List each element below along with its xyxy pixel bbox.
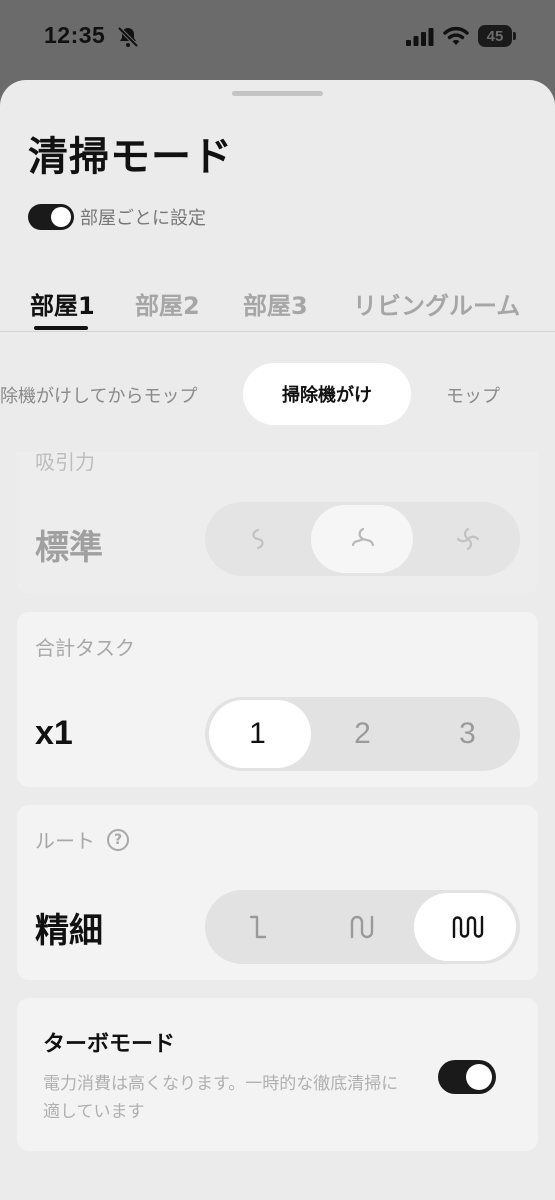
status-time: 12:35 (44, 22, 106, 48)
route-card: ルート ? 精細 (17, 805, 538, 980)
per-room-toggle[interactable] (28, 204, 74, 230)
suction-selector (205, 502, 520, 576)
tab-room-1[interactable]: 部屋1 (30, 286, 95, 321)
route-standard-icon (350, 915, 373, 939)
fan-high-icon (456, 527, 479, 551)
mode-mop[interactable]: モップ (446, 382, 500, 408)
battery-level: 45 (478, 25, 512, 47)
turbo-mode-card: ターボモード 電力消費は高くなります。一時的な徹底清掃に適しています (17, 998, 538, 1151)
cellular-signal-icon (406, 28, 434, 46)
route-value: 精細 (35, 911, 103, 951)
route-fine-option[interactable] (415, 890, 520, 964)
wifi-icon (443, 26, 469, 45)
toggle-knob (51, 207, 71, 227)
status-bar: 12:35 45 (0, 0, 555, 76)
cleaning-mode-sheet: 清掃モード 部屋ごとに設定 部屋1 部屋2 部屋3 リビングルーム 掃除機がけし… (0, 80, 555, 1200)
route-quick-option[interactable] (205, 890, 310, 964)
toggle-knob (466, 1064, 492, 1090)
per-room-setting-row: 部屋ごとに設定 (28, 204, 206, 230)
active-tab-indicator (34, 326, 88, 330)
tab-room-3[interactable]: 部屋3 (243, 286, 308, 321)
task-count-option-3[interactable]: 3 (415, 697, 520, 771)
bell-off-icon (117, 26, 139, 48)
turbo-mode-title: ターボモード (43, 1032, 176, 1057)
suction-card: 吸引力 標準 (17, 450, 538, 594)
route-quick-icon (249, 915, 266, 939)
total-tasks-label: 合計タスク (35, 636, 135, 660)
tab-room-2[interactable]: 部屋2 (135, 286, 200, 321)
total-tasks-value: x1 (35, 714, 73, 752)
suction-standard-option[interactable] (310, 502, 415, 576)
task-count-option-2[interactable]: 2 (310, 697, 415, 771)
route-standard-option[interactable] (310, 890, 415, 964)
route-label: ルート (35, 829, 95, 853)
tab-living-room[interactable]: リビングルーム (353, 286, 520, 321)
per-room-toggle-label: 部屋ごとに設定 (80, 208, 206, 229)
turbo-mode-toggle[interactable] (438, 1060, 496, 1094)
fan-medium-icon (351, 527, 374, 547)
sheet-drag-handle[interactable] (232, 91, 323, 96)
mode-vacuum-then-mop[interactable]: 掃除機がけしてからモップ (0, 382, 197, 408)
route-selector (205, 890, 520, 964)
route-label-row: ルート ? (35, 825, 129, 854)
battery-cap (513, 32, 516, 40)
task-count-selector: 1 2 3 (205, 697, 520, 771)
task-count-option-1[interactable]: 1 (205, 697, 310, 771)
total-tasks-card: 合計タスク x1 1 2 3 (17, 612, 538, 787)
suction-value: 標準 (35, 528, 103, 568)
room-tabs: 部屋1 部屋2 部屋3 リビングルーム (0, 280, 555, 332)
help-icon[interactable]: ? (107, 828, 129, 851)
suction-low-option[interactable] (205, 502, 310, 576)
page-title: 清掃モード (28, 134, 233, 180)
fan-low-icon (251, 528, 264, 550)
suction-label: 吸引力 (35, 450, 95, 474)
suction-max-option[interactable] (415, 502, 520, 576)
mode-vacuum-selected[interactable]: 掃除機がけ (243, 363, 411, 425)
mode-selector: 掃除機がけしてからモップ 掃除機がけ モップ (0, 360, 555, 425)
battery-indicator: 45 (478, 25, 516, 47)
route-fine-icon (452, 915, 483, 939)
turbo-mode-description: 電力消費は高くなります。一時的な徹底清掃に適しています (43, 1074, 399, 1122)
